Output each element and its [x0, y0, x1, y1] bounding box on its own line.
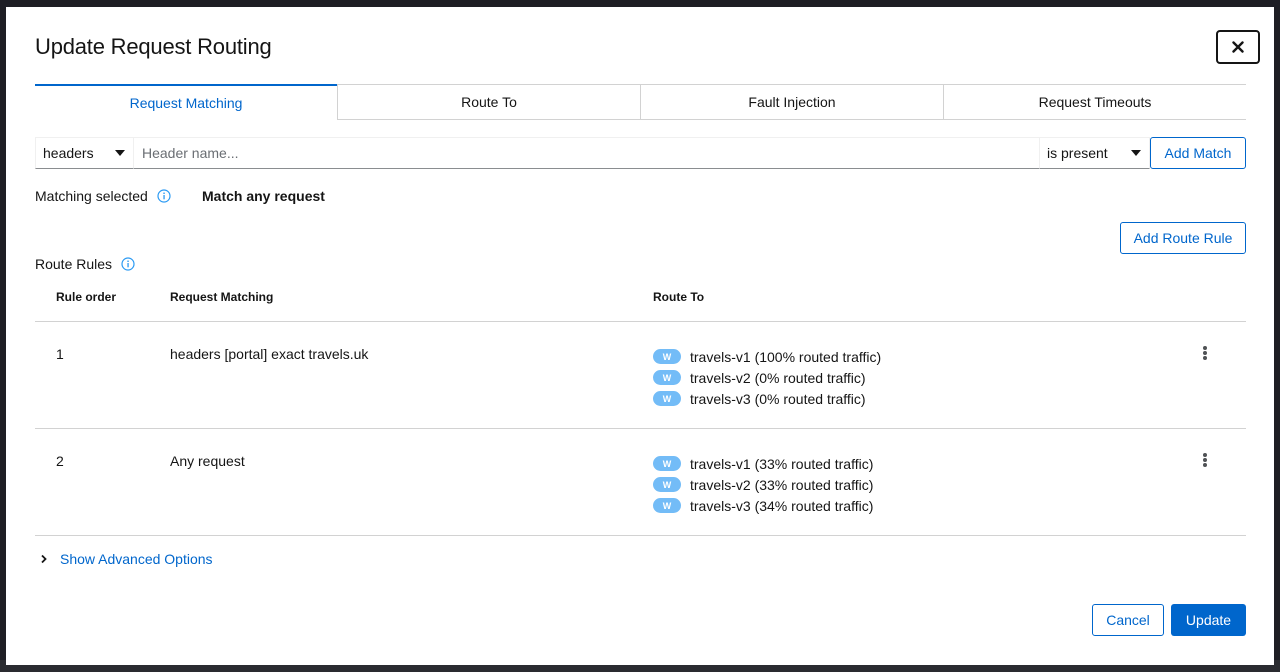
workload-badge: W	[653, 456, 681, 471]
workload-badge: W	[653, 370, 681, 385]
workload-badge: W	[653, 349, 681, 364]
header-name-input[interactable]	[134, 137, 1040, 169]
info-circle-icon[interactable]	[121, 257, 135, 271]
column-header-request-matching: Request Matching	[170, 290, 274, 304]
route-rules-heading: Route Rules	[35, 256, 135, 272]
request-matching-cell: Any request	[170, 453, 245, 469]
table-header: Rule order Request Matching Route To	[35, 285, 1246, 322]
matching-selected-value: Match any request	[202, 188, 325, 204]
workload-badge: W	[653, 498, 681, 513]
update-button[interactable]: Update	[1171, 604, 1246, 636]
route-entry-text: travels-v1 (33% routed traffic)	[690, 455, 874, 472]
route-to-cell: W travels-v1 (33% routed traffic) W trav…	[653, 453, 873, 516]
column-header-rule-order: Rule order	[56, 290, 117, 304]
cancel-button[interactable]: Cancel	[1092, 604, 1164, 636]
route-entry-text: travels-v2 (0% routed traffic)	[690, 369, 866, 386]
close-icon	[1232, 41, 1244, 53]
show-advanced-options-toggle[interactable]: Show Advanced Options	[35, 551, 213, 567]
matching-selected-text: Matching selected	[35, 188, 148, 204]
chevron-right-icon	[41, 554, 47, 564]
caret-down-icon	[115, 150, 125, 156]
tab-bar: Request Matching Route To Fault Injectio…	[35, 84, 1246, 120]
route-entry-text: travels-v3 (0% routed traffic)	[690, 390, 866, 407]
route-entry: W travels-v3 (34% routed traffic)	[653, 495, 873, 516]
route-entry: W travels-v2 (0% routed traffic)	[653, 367, 881, 388]
route-entry: W travels-v3 (0% routed traffic)	[653, 388, 881, 409]
modal-title: Update Request Routing	[35, 34, 272, 59]
route-rules-text: Route Rules	[35, 256, 113, 272]
column-header-route-to: Route To	[653, 290, 705, 304]
row-actions-kebab-icon[interactable]	[1195, 451, 1215, 469]
tab-request-matching[interactable]: Request Matching	[35, 84, 337, 120]
route-to-cell: W travels-v1 (100% routed traffic) W tra…	[653, 346, 881, 409]
route-entry-text: travels-v1 (100% routed traffic)	[690, 348, 882, 365]
info-circle-icon[interactable]	[157, 189, 171, 203]
add-route-rule-button[interactable]: Add Route Rule	[1120, 222, 1246, 254]
route-entry: W travels-v2 (33% routed traffic)	[653, 474, 873, 495]
route-rules-table: Rule order Request Matching Route To 1 h…	[35, 285, 1246, 536]
table-row: 1 headers [portal] exact travels.uk W tr…	[35, 322, 1246, 429]
route-entry: W travels-v1 (33% routed traffic)	[653, 453, 873, 474]
row-actions-kebab-icon[interactable]	[1195, 344, 1215, 362]
tab-request-timeouts[interactable]: Request Timeouts	[943, 85, 1246, 119]
request-matching-cell: headers [portal] exact travels.uk	[170, 346, 369, 362]
route-entry-text: travels-v3 (34% routed traffic)	[690, 497, 874, 514]
tab-fault-injection[interactable]: Fault Injection	[640, 85, 943, 119]
matching-selected-label: Matching selected	[35, 188, 171, 204]
route-entry-text: travels-v2 (33% routed traffic)	[690, 476, 874, 493]
match-operator-value: is present	[1047, 145, 1108, 161]
show-advanced-options-label: Show Advanced Options	[60, 551, 213, 567]
match-builder: headers is present Add Match	[35, 137, 1246, 169]
route-entry: W travels-v1 (100% routed traffic)	[653, 346, 881, 367]
tab-route-to[interactable]: Route To	[337, 85, 640, 119]
update-request-routing-modal: Update Request Routing Request Matching …	[6, 7, 1274, 665]
match-type-value: headers	[43, 145, 94, 161]
match-operator-select[interactable]: is present	[1040, 137, 1150, 169]
workload-badge: W	[653, 391, 681, 406]
add-match-button[interactable]: Add Match	[1150, 137, 1246, 169]
rule-order-cell: 2	[56, 453, 64, 469]
match-type-select[interactable]: headers	[35, 137, 134, 169]
rule-order-cell: 1	[56, 346, 64, 362]
workload-badge: W	[653, 477, 681, 492]
table-row: 2 Any request W travels-v1 (33% routed t…	[35, 429, 1246, 536]
close-button[interactable]	[1216, 30, 1260, 64]
caret-down-icon	[1131, 150, 1141, 156]
